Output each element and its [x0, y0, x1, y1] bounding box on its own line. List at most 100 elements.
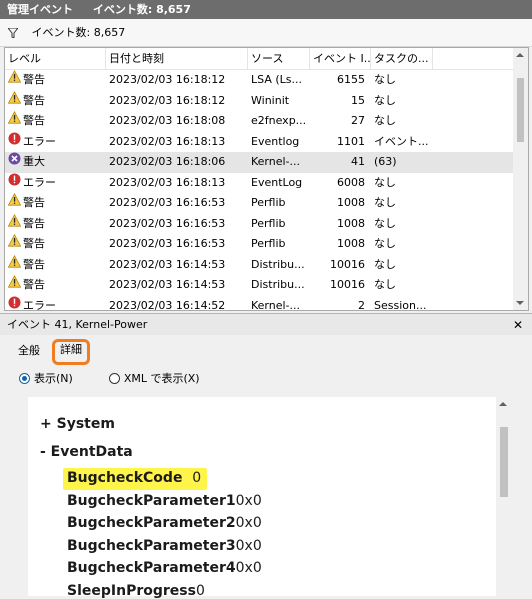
radio-view-selected-icon[interactable]	[19, 372, 30, 384]
task-cell: なし	[374, 73, 396, 86]
level-cell: 警告	[5, 193, 106, 214]
event-id-cell: 6008	[337, 175, 365, 189]
radio-xml-label: XML で表示(X)	[123, 372, 200, 385]
event-id-cell: 15	[351, 93, 365, 107]
level-cell: エラー	[5, 296, 106, 311]
event-data-field: BugcheckParameter30x0	[67, 538, 262, 554]
table-row[interactable]: 警告 2023/02/03 16:14:53 Distribu... 10016 なし	[5, 254, 514, 276]
table-row[interactable]: 警告 2023/02/03 16:18:08 e2fnexp... 27 なし	[5, 111, 514, 132]
event-id-cell: 1101	[337, 134, 365, 148]
column-header-level[interactable]: レベル	[5, 48, 106, 70]
scroll-thumb[interactable]	[500, 427, 508, 497]
table-row[interactable]: 警告 2023/02/03 16:18:12 LSA (Ls... 6155 なし	[5, 70, 514, 91]
source-cell: Kernel-...	[251, 155, 301, 168]
warning-icon	[7, 275, 23, 296]
task-cell: なし	[374, 93, 396, 107]
datetime-cell: 2023/02/03 16:18:13	[109, 134, 226, 148]
level-label: 警告	[23, 216, 45, 230]
level-cell: 警告	[5, 213, 106, 235]
source-cell: Eventlog	[251, 134, 300, 148]
event-id-cell: 1008	[337, 237, 365, 250]
event-data-scrollbar[interactable]	[496, 397, 512, 596]
tab-details[interactable]: 詳細	[52, 339, 90, 365]
column-header-datetime[interactable]: 日付と時刻	[106, 48, 248, 70]
eventdata-node[interactable]: - EventData	[40, 444, 133, 460]
datetime-cell: 2023/02/03 16:18:08	[109, 114, 226, 127]
level-label: 警告	[23, 237, 45, 250]
critical-icon	[8, 152, 23, 173]
task-cell: なし	[374, 257, 396, 271]
radio-view[interactable]: 表示(N)	[19, 370, 73, 386]
task-cell: なし	[374, 196, 396, 209]
field-value: 0	[195, 583, 205, 599]
error-icon	[8, 173, 23, 194]
field-value: 0x0	[235, 515, 262, 532]
column-header-source[interactable]: ソース	[248, 48, 310, 70]
datetime-cell: 2023/02/03 16:18:13	[109, 175, 226, 189]
event-list-header: レベル 日付と時刻 ソース イベント I... タスクの...	[5, 48, 514, 70]
radio-xml-icon[interactable]	[108, 372, 120, 384]
event-list[interactable]: レベル 日付と時刻 ソース イベント I... タスクの... 警告 2023/0…	[4, 47, 529, 311]
event-detail-header: イベント 41, Kernel-Power ✕	[0, 313, 532, 335]
datetime-cell: 2023/02/03 16:16:53	[109, 196, 226, 209]
tab-general[interactable]: 全般	[14, 340, 44, 362]
table-row[interactable]: 警告 2023/02/03 16:16:53 Perflib 1008 なし	[5, 234, 514, 255]
warning-icon	[7, 111, 23, 132]
field-value: 0x0	[235, 560, 262, 577]
scroll-up-icon[interactable]	[516, 53, 524, 57]
detail-tabs: 全般 詳細	[14, 339, 98, 365]
level-cell: 警告	[5, 275, 106, 296]
source-cell: Perflib	[251, 216, 286, 230]
warning-icon	[7, 234, 23, 255]
event-id-cell: 41	[351, 155, 365, 168]
table-row[interactable]: 警告 2023/02/03 16:14:53 Distribu... 10016 なし	[5, 275, 514, 296]
close-icon[interactable]: ✕	[513, 314, 523, 336]
event-id-cell: 2	[358, 298, 365, 311]
source-cell: Perflib	[251, 196, 286, 209]
datetime-cell: 2023/02/03 16:14:52	[109, 298, 226, 311]
task-cell: (63)	[374, 155, 397, 168]
table-row[interactable]: 警告 2023/02/03 16:16:53 Perflib 1008 なし	[5, 213, 514, 235]
table-row[interactable]: 警告 2023/02/03 16:18:12 Wininit 15 なし	[5, 90, 514, 112]
level-label: 警告	[23, 73, 45, 86]
filter-icon[interactable]	[8, 28, 18, 38]
system-node[interactable]: + System	[40, 416, 115, 432]
view-mode-radios: 表示(N) XML で表示(X)	[19, 370, 236, 386]
field-name: BugcheckParameter3	[67, 537, 236, 554]
datetime-cell: 2023/02/03 16:18:06	[109, 155, 226, 168]
radio-xml[interactable]: XML で表示(X)	[108, 370, 200, 386]
level-label: 警告	[23, 196, 45, 209]
level-label: エラー	[23, 175, 56, 189]
datetime-cell: 2023/02/03 16:16:53	[109, 216, 226, 230]
event-id-cell: 10016	[330, 257, 365, 271]
datetime-cell: 2023/02/03 16:18:12	[109, 73, 226, 86]
scroll-down-icon[interactable]	[516, 301, 524, 305]
table-row[interactable]: エラー 2023/02/03 16:14:52 Kernel-... 2 Session…	[5, 296, 514, 311]
level-label: 警告	[23, 93, 45, 107]
scroll-up-icon[interactable]	[499, 402, 507, 406]
column-header-task[interactable]: タスクの...	[371, 48, 433, 70]
level-cell: エラー	[5, 173, 106, 194]
event-id-cell: 1008	[337, 216, 365, 230]
datetime-cell: 2023/02/03 16:14:53	[109, 257, 226, 271]
field-value: 0x0	[235, 492, 262, 509]
table-row[interactable]: 警告 2023/02/03 16:16:53 Perflib 1008 なし	[5, 193, 514, 214]
task-cell: イベント...	[374, 134, 429, 148]
task-cell: なし	[374, 278, 396, 291]
table-row[interactable]: エラー 2023/02/03 16:18:13 EventLog 6008 なし	[5, 173, 514, 194]
error-icon	[8, 296, 23, 311]
table-row[interactable]: エラー 2023/02/03 16:18:13 Eventlog 1101 イベント..…	[5, 132, 514, 153]
table-row[interactable]: 重大 2023/02/03 16:18:06 Kernel-... 41 (63)	[5, 152, 514, 173]
column-header-event-id[interactable]: イベント I...	[310, 48, 371, 70]
titlebar: 管理イベント イベント数: 8,657	[0, 0, 532, 19]
level-cell: 重大	[5, 152, 106, 173]
level-label: 警告	[23, 278, 45, 291]
level-cell: 警告	[5, 90, 106, 112]
event-data-field: BugcheckParameter40x0	[67, 560, 262, 576]
scroll-thumb[interactable]	[517, 78, 524, 142]
task-cell: なし	[374, 175, 396, 189]
titlebar-title: 管理イベント	[7, 3, 73, 16]
filter-bar: イベント数: 8,657	[0, 19, 532, 47]
event-list-scrollbar[interactable]	[513, 48, 528, 310]
warning-icon	[7, 193, 23, 214]
